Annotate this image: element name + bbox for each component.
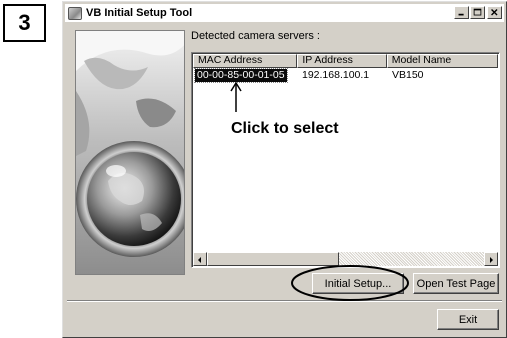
exit-button[interactable]: Exit bbox=[437, 309, 499, 330]
divider bbox=[67, 300, 502, 302]
ip-address-cell: 192.168.100.1 bbox=[302, 69, 370, 81]
arrow-left-icon bbox=[198, 257, 201, 263]
column-header-mac[interactable]: MAC Address bbox=[193, 54, 298, 68]
open-test-page-button[interactable]: Open Test Page bbox=[413, 273, 499, 294]
initial-setup-button[interactable]: Initial Setup... bbox=[312, 273, 404, 294]
title-bar[interactable]: VB Initial Setup Tool bbox=[65, 4, 504, 22]
close-button[interactable] bbox=[487, 6, 502, 19]
globe-banner-image bbox=[75, 30, 185, 275]
model-name-cell: VB150 bbox=[392, 69, 424, 81]
scroll-right-button[interactable] bbox=[484, 252, 498, 266]
column-header-ip[interactable]: IP Address bbox=[297, 54, 387, 68]
setup-tool-window: VB Initial Setup Tool Detected camera se… bbox=[62, 1, 507, 338]
scroll-thumb[interactable] bbox=[207, 252, 339, 266]
scroll-left-button[interactable] bbox=[193, 252, 207, 266]
window-title: VB Initial Setup Tool bbox=[86, 7, 193, 19]
arrow-right-icon bbox=[490, 257, 493, 263]
camera-icon bbox=[68, 6, 82, 20]
mac-address-cell[interactable]: 00-00-85-00-01-05 bbox=[194, 68, 288, 83]
maximize-button[interactable] bbox=[470, 6, 485, 19]
camera-server-list[interactable]: MAC Address IP Address Model Name 00-00-… bbox=[191, 52, 500, 268]
globe-illustration bbox=[76, 31, 184, 257]
step-number: 3 bbox=[3, 4, 46, 42]
list-item[interactable]: 00-00-85-00-01-05 192.168.100.1 VB150 bbox=[193, 68, 498, 83]
click-to-select-annotation: Click to select bbox=[231, 120, 339, 137]
list-header: MAC Address IP Address Model Name bbox=[193, 54, 498, 68]
minimize-icon bbox=[458, 13, 464, 16]
horizontal-scrollbar[interactable] bbox=[193, 252, 498, 266]
maximize-icon bbox=[473, 8, 482, 16]
close-icon bbox=[491, 9, 498, 16]
column-header-model[interactable]: Model Name bbox=[386, 54, 498, 68]
detected-servers-label: Detected camera servers : bbox=[191, 30, 320, 42]
minimize-button[interactable] bbox=[454, 6, 469, 19]
